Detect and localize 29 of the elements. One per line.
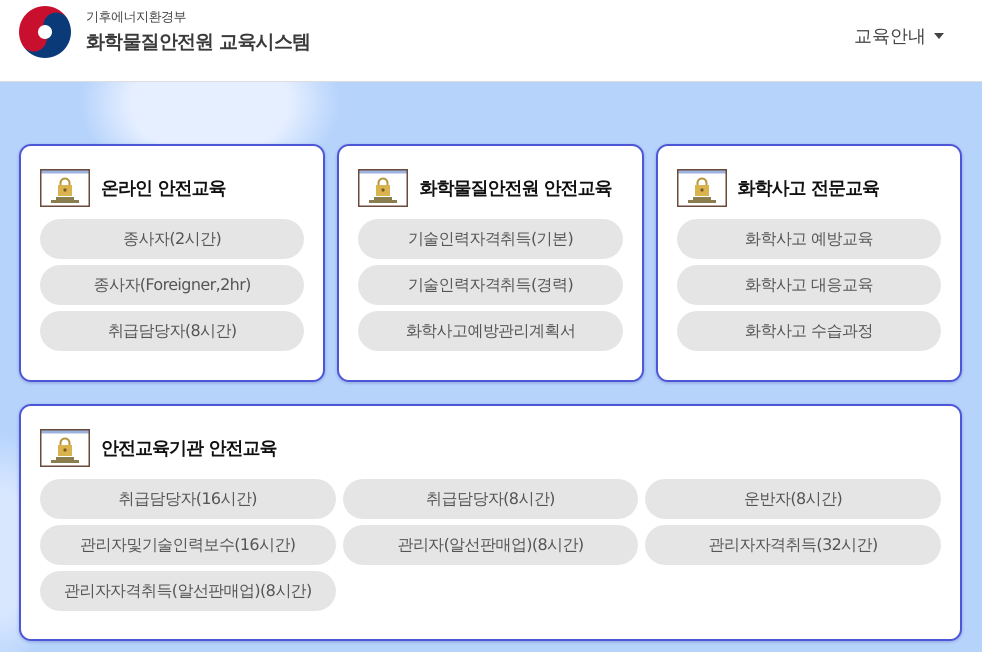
course-link[interactable]: 화학사고 수습과정 xyxy=(676,311,941,351)
course-link[interactable]: 종사자(2시간) xyxy=(40,219,304,259)
course-link[interactable]: 기술인력자격취득(경력) xyxy=(358,265,623,305)
course-link[interactable]: 관리자(알선판매업)(8시간) xyxy=(342,525,638,565)
swirl-logo-icon xyxy=(18,4,72,58)
course-link[interactable]: 기술인력자격취득(기본) xyxy=(358,219,623,259)
padlock-window-icon xyxy=(40,169,90,207)
course-link[interactable]: 화학사고예방관리계획서 xyxy=(358,311,623,351)
course-link[interactable]: 종사자(Foreigner,2hr) xyxy=(40,265,304,305)
caret-icon xyxy=(934,32,944,38)
menu-button[interactable]: 교육안내 xyxy=(854,24,944,48)
card-title: 안전교육기관 안전교육 xyxy=(101,437,276,460)
course-link[interactable]: 화학사고 대응교육 xyxy=(676,265,941,305)
course-link[interactable]: 관리자자격취득(32시간) xyxy=(645,525,941,565)
padlock-window-icon xyxy=(40,429,90,467)
padlock-window-icon xyxy=(358,169,408,207)
course-link[interactable]: 화학사고 예방교육 xyxy=(676,219,941,259)
card-title: 온라인 안전교육 xyxy=(101,177,226,200)
course-link[interactable]: 취급담당자(16시간) xyxy=(40,479,336,519)
course-link[interactable]: 운반자(8시간) xyxy=(645,479,941,519)
course-link[interactable]: 취급담당자(8시간) xyxy=(40,311,304,351)
ministry-name: 기후에너지환경부 xyxy=(86,9,187,26)
course-link[interactable]: 관리자및기술인력보수(16시간) xyxy=(40,525,336,565)
card-title: 화학사고 전문교육 xyxy=(738,177,879,200)
padlock-window-icon xyxy=(676,169,727,207)
card-title: 화학물질안전원 안전교육 xyxy=(419,177,612,200)
course-link[interactable]: 관리자자격취득(알선판매업)(8시간) xyxy=(40,571,336,611)
course-link[interactable]: 취급담당자(8시간) xyxy=(342,479,638,519)
site-title: 화학물질안전원 교육시스템 xyxy=(86,30,310,55)
